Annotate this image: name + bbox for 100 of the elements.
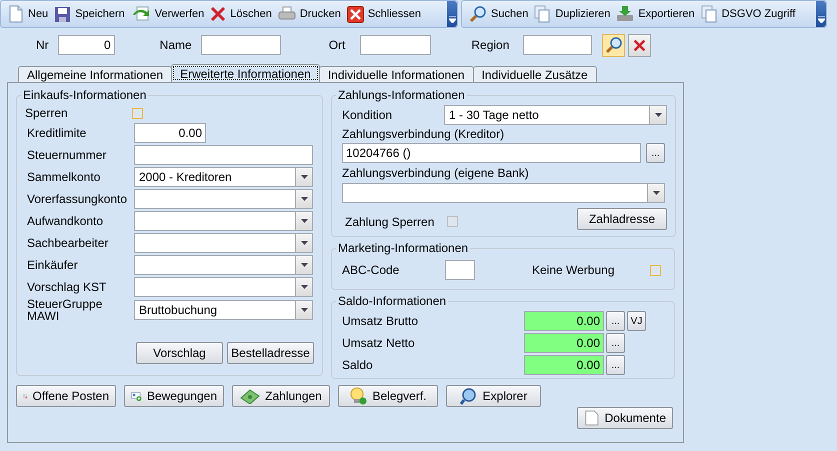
dropdown[interactable]: 1 - 30 Tage netto <box>444 105 667 125</box>
group-title: Saldo-Informationen <box>337 294 448 308</box>
close-icon <box>210 6 226 22</box>
field-label: Sachbearbeiter <box>27 237 110 249</box>
field-label: Kreditlimite <box>27 126 88 140</box>
field-label: Zahlungsverbindung (eigene Bank) <box>342 166 530 180</box>
action-button[interactable]: Offene Posten <box>16 385 116 407</box>
toolbar-button[interactable]: Schliessen <box>344 2 424 26</box>
toolbar-button[interactable]: Drucken <box>274 2 344 26</box>
toolbar-button[interactable]: Neu <box>5 2 52 26</box>
tab[interactable]: Individuelle Zusätze <box>472 66 597 82</box>
amount-field: 0.00 <box>524 333 604 353</box>
field-label: Saldo <box>342 358 374 372</box>
printer-icon <box>278 6 296 22</box>
small-button[interactable]: ... <box>606 333 625 353</box>
checkbox[interactable] <box>447 216 458 226</box>
group-title: Marketing-Informationen <box>337 241 470 255</box>
text-field[interactable] <box>523 35 592 55</box>
toolbar-button[interactable]: Exportieren <box>613 2 698 26</box>
dropdown[interactable] <box>134 189 313 209</box>
documents-button[interactable]: Dokumente <box>577 407 673 429</box>
tab[interactable]: Erweiterte Informationen <box>171 64 320 82</box>
dropdown-arrow-icon <box>300 175 308 179</box>
dropdown-arrow-icon <box>654 113 662 117</box>
browse-button[interactable]: ... <box>646 143 665 163</box>
search-icon <box>604 36 623 54</box>
field-label: SteuerGruppe MAWI <box>27 298 104 322</box>
toolbar-button[interactable]: Suchen <box>466 2 532 26</box>
save-icon <box>54 6 72 22</box>
field-label: ABC-Code <box>342 263 400 277</box>
toolbar-button[interactable]: DSGVO Zugriff <box>698 2 798 26</box>
field-label: Sperren <box>25 106 69 120</box>
lightbulb-icon <box>349 387 368 405</box>
toolbar-button[interactable]: Löschen <box>207 2 275 26</box>
tab[interactable]: Allgemeine Informationen <box>18 66 172 82</box>
dropdown[interactable] <box>134 255 313 275</box>
dropdown-arrow-icon <box>818 16 824 23</box>
search-button[interactable] <box>602 34 626 56</box>
dropdown-arrow-icon <box>652 191 660 195</box>
dropdown[interactable]: Bruttobuchung <box>134 300 313 320</box>
action-button[interactable]: Bewegungen <box>124 385 224 407</box>
toolbar-overflow-button[interactable] <box>447 1 457 27</box>
field-label: Zahlungsverbindung (Kreditor) <box>342 127 506 141</box>
close-icon <box>346 6 364 22</box>
text-field[interactable] <box>445 260 475 280</box>
small-button[interactable]: ... <box>606 311 625 331</box>
text-field[interactable] <box>134 145 313 165</box>
small-button[interactable]: VJ <box>627 311 646 331</box>
action-button[interactable]: Belegverf. <box>338 385 438 407</box>
amount-field: 0.00 <box>524 311 604 331</box>
field-label: Steuernummer <box>27 148 108 162</box>
action-button[interactable]: Zahlungen <box>232 385 330 407</box>
text-field[interactable]: 10204766 () <box>342 143 641 163</box>
dropdown[interactable]: 2000 - Kreditoren <box>134 167 313 187</box>
toolbar-button[interactable]: Speichern <box>51 2 128 26</box>
document-icon <box>584 409 600 427</box>
dropdown[interactable] <box>134 211 313 231</box>
dropdown-arrow-icon <box>300 285 308 289</box>
copy-icon <box>534 5 552 23</box>
arrows-icon <box>130 6 151 22</box>
field-label: Sammelkonto <box>27 171 102 183</box>
field-label: Vorerfassungkonto <box>27 193 128 205</box>
field-label: Vorschlag KST <box>27 281 108 293</box>
dropdown-arrow-icon <box>448 16 456 23</box>
toolbar-overflow-button[interactable] <box>816 1 826 27</box>
dropdown[interactable] <box>134 233 313 253</box>
text-field[interactable]: 0.00 <box>134 123 206 143</box>
download-icon <box>616 5 634 23</box>
action-button[interactable]: Vorschlag <box>136 342 223 364</box>
toolbar-button[interactable]: Verwerfen <box>128 2 208 26</box>
amount-field: 0.00 <box>524 355 604 375</box>
action-button[interactable]: Zahladresse <box>577 208 667 230</box>
clear-button[interactable] <box>628 34 652 56</box>
money-icon <box>240 388 260 404</box>
tab[interactable]: Individuelle Informationen <box>318 66 474 82</box>
checkbox[interactable] <box>650 264 661 276</box>
field-label: Ort <box>328 38 346 52</box>
field-label: Kondition <box>342 108 394 122</box>
field-label: Einkäufer <box>27 259 79 271</box>
dropdown-arrow-icon <box>300 308 308 312</box>
field-label: Keine Werbung <box>532 263 616 277</box>
dropdown-arrow-icon <box>300 263 308 267</box>
text-field[interactable] <box>360 35 432 55</box>
small-button[interactable]: ... <box>606 355 625 375</box>
field-label: Name <box>160 38 192 52</box>
field-label: Zahlung Sperren <box>345 214 436 229</box>
group-title: Einkaufs-Informationen <box>22 88 148 102</box>
dropdown[interactable] <box>342 183 665 203</box>
text-field[interactable]: 0 <box>58 35 115 55</box>
toolbar-button[interactable]: Duplizieren <box>531 2 614 26</box>
field-label: Umsatz Brutto <box>342 314 420 328</box>
action-button[interactable]: Bestelladresse <box>227 342 314 364</box>
page-icon <box>8 5 24 23</box>
checkbox[interactable] <box>132 108 143 118</box>
action-button[interactable]: Explorer <box>446 385 541 407</box>
group-title: Zahlungs-Informationen <box>337 88 466 102</box>
dropdown[interactable] <box>134 277 313 297</box>
copy-icon <box>700 5 718 23</box>
field-label: Region <box>471 38 510 52</box>
text-field[interactable] <box>200 35 281 55</box>
